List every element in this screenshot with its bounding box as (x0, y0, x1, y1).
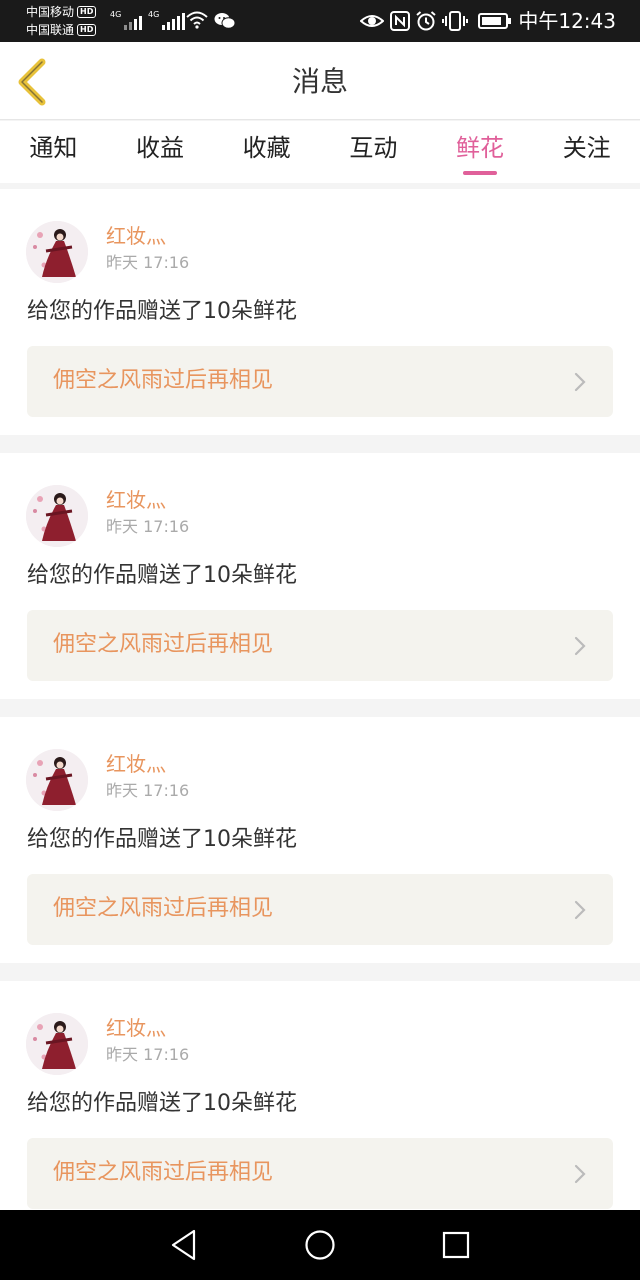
work-title: 佣空之风雨过后再相见 (53, 1160, 274, 1185)
notification-card: 红妆灬 昨天 17:16 给您的作品赠送了10朵鲜花 佣空之风雨过后再相见 (0, 189, 640, 435)
active-tab-indicator (463, 171, 498, 175)
signal-icon: 4G (148, 10, 186, 30)
chevron-right-icon (574, 372, 586, 392)
tab-favorites[interactable]: 收藏 (213, 121, 320, 183)
battery-icon (478, 13, 511, 29)
tab-label: 互动 (349, 134, 398, 162)
notification-card: 红妆灬 昨天 17:16 给您的作品赠送了10朵鲜花 佣空之风雨过后再相见 (0, 717, 640, 963)
work-link[interactable]: 佣空之风雨过后再相见 (27, 874, 613, 945)
wifi-icon (186, 11, 208, 29)
vibrate-icon (442, 11, 468, 31)
chevron-right-icon (574, 1164, 586, 1184)
eye-icon (360, 15, 384, 27)
alarm-icon (416, 11, 436, 31)
hd-badge: HD (77, 24, 97, 36)
timestamp: 昨天 17:16 (106, 253, 190, 272)
work-link[interactable]: 佣空之风雨过后再相见 (27, 610, 613, 681)
nfc-icon (390, 11, 410, 31)
tab-label: 关注 (562, 134, 611, 162)
signal-icon: 4G (110, 10, 143, 30)
work-link[interactable]: 佣空之风雨过后再相见 (27, 346, 613, 417)
hd-badge: HD (77, 6, 97, 18)
notification-list: 红妆灬 昨天 17:16 给您的作品赠送了10朵鲜花 佣空之风雨过后再相见 红妆… (0, 183, 640, 1227)
work-link[interactable]: 佣空之风雨过后再相见 (27, 1138, 613, 1209)
clock: 中午12:43 (518, 9, 616, 33)
carrier-2: 中国联通 (26, 23, 75, 37)
carrier-1: 中国移动 (26, 5, 75, 19)
header: 消息 (0, 42, 640, 120)
username[interactable]: 红妆灬 (106, 1015, 166, 1041)
notification-card: 红妆灬 昨天 17:16 给您的作品赠送了10朵鲜花 佣空之风雨过后再相见 (0, 981, 640, 1227)
avatar[interactable] (26, 485, 88, 547)
tab-label: 收益 (136, 134, 184, 162)
username[interactable]: 红妆灬 (106, 751, 166, 777)
avatar[interactable] (26, 1013, 88, 1075)
tab-label: 鲜花 (456, 134, 505, 162)
tab-label: 通知 (29, 134, 78, 162)
status-bar: 中国移动 HD 中国联通 HD 4G 4G 中午12:43 (0, 0, 640, 42)
tab-following[interactable]: 关注 (533, 121, 640, 183)
tab-earnings[interactable]: 收益 (107, 121, 214, 183)
tab-label: 收藏 (242, 134, 291, 162)
chevron-right-icon (574, 900, 586, 920)
tab-notifications[interactable]: 通知 (0, 121, 107, 183)
timestamp: 昨天 17:16 (106, 517, 190, 536)
avatar[interactable] (26, 749, 88, 811)
work-title: 佣空之风雨过后再相见 (53, 368, 274, 393)
tab-bar: 通知 收益 收藏 互动 鲜花 关注 (0, 121, 640, 183)
username[interactable]: 红妆灬 (106, 487, 166, 513)
navigation-bar (0, 1210, 640, 1280)
carrier-info: 中国移动 HD 中国联通 HD (26, 3, 97, 39)
work-title: 佣空之风雨过后再相见 (53, 632, 274, 657)
nav-recent-icon[interactable] (441, 1230, 471, 1260)
notification-card: 红妆灬 昨天 17:16 给您的作品赠送了10朵鲜花 佣空之风雨过后再相见 (0, 453, 640, 699)
tab-flowers[interactable]: 鲜花 (427, 121, 534, 183)
message-text: 给您的作品赠送了10朵鲜花 (27, 563, 297, 588)
message-text: 给您的作品赠送了10朵鲜花 (27, 827, 297, 852)
avatar[interactable] (26, 221, 88, 283)
work-title: 佣空之风雨过后再相见 (53, 896, 274, 921)
message-text: 给您的作品赠送了10朵鲜花 (27, 299, 297, 324)
nav-back-icon[interactable] (168, 1228, 200, 1262)
timestamp: 昨天 17:16 (106, 1045, 190, 1064)
nav-home-icon[interactable] (304, 1229, 336, 1261)
wechat-icon (214, 13, 236, 29)
message-text: 给您的作品赠送了10朵鲜花 (27, 1091, 297, 1116)
timestamp: 昨天 17:16 (106, 781, 190, 800)
tab-interactions[interactable]: 互动 (320, 121, 427, 183)
page-title: 消息 (291, 65, 348, 98)
chevron-right-icon (574, 636, 586, 656)
username[interactable]: 红妆灬 (106, 223, 166, 249)
